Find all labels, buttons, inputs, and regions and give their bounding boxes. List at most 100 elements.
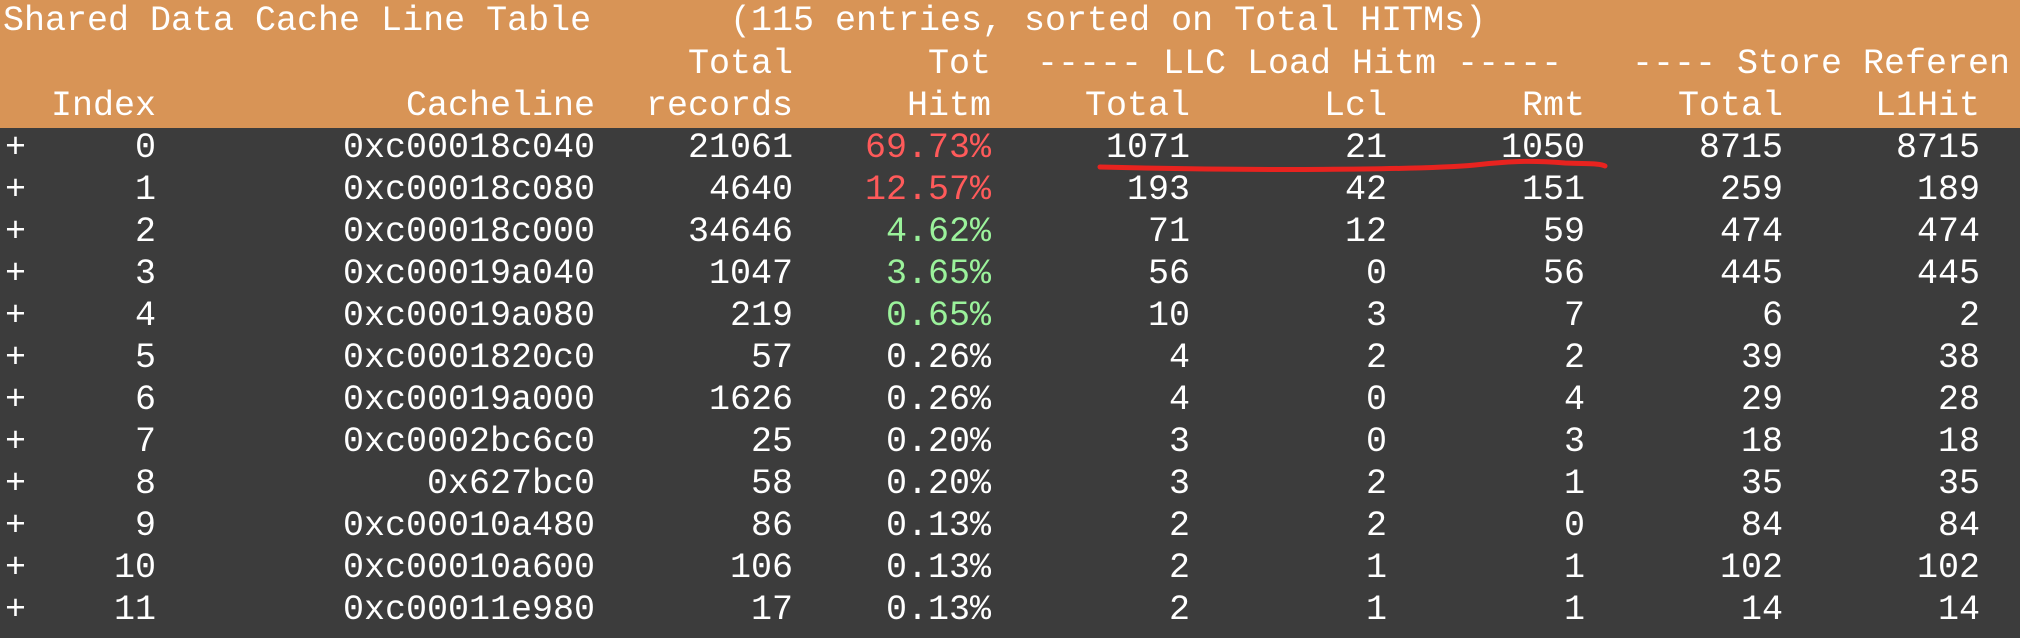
row-records: 21061	[687, 128, 793, 168]
row-llc-total: 2	[1168, 506, 1190, 546]
row-records: 34646	[687, 212, 793, 252]
row-hitm: 4.62%	[885, 212, 991, 252]
row-l1hit: 84	[1937, 506, 1980, 546]
header-row-2: Total Tot ----- LLC Load Hitm ----- ----…	[0, 43, 2020, 85]
row-expander[interactable]: +	[5, 463, 26, 505]
row-store-total: 102	[1719, 548, 1783, 588]
row-expander[interactable]: +	[5, 337, 26, 379]
row-hitm: 69.73%	[864, 128, 991, 168]
row-l1hit: 18	[1937, 422, 1980, 462]
row-hitm: 0.65%	[885, 296, 991, 336]
row-store-total: 29	[1740, 380, 1783, 420]
row-llc-total: 3	[1168, 422, 1190, 462]
row-rmt: 2	[1563, 338, 1585, 378]
row-hitm: 0.20%	[885, 464, 991, 504]
row-expander[interactable]: +	[5, 505, 26, 547]
row-hitm: 0.26%	[885, 380, 991, 420]
row-rmt: 151	[1521, 170, 1585, 210]
row-records: 4640	[708, 170, 793, 210]
row-records: 86	[750, 506, 793, 546]
row-store-total: 474	[1719, 212, 1783, 252]
row-lcl: 2	[1365, 464, 1387, 504]
row-index: 0	[134, 128, 156, 168]
table-row[interactable]: +11 0xc00011e980 17 0.13% 2 1 1 14 14	[0, 589, 2020, 631]
table-row[interactable]: +0 0xc00018c040 21061 69.73% 1071 21 1050 8715 8…	[0, 127, 2020, 169]
header-index: Index	[50, 86, 156, 126]
table-row[interactable]: +10 0xc00010a600 106 0.13% 2 1 1 102 102	[0, 547, 2020, 589]
header-tot-hitm-top: Tot	[927, 44, 991, 84]
row-records: 1626	[708, 380, 793, 420]
row-lcl: 0	[1365, 380, 1387, 420]
row-records: 57	[750, 338, 793, 378]
row-l1hit: 38	[1937, 338, 1980, 378]
table-row[interactable]: +1 0xc00018c080 4640 12.57% 193 42 151 259 189	[0, 169, 2020, 211]
row-expander[interactable]: +	[5, 211, 26, 253]
row-l1hit: 35	[1937, 464, 1980, 504]
row-llc-total: 71	[1147, 212, 1190, 252]
title-line: Shared Data Cache Line Table (115 entrie…	[0, 0, 2020, 42]
row-expander[interactable]: +	[5, 589, 26, 631]
row-cacheline: 0xc0002bc6c0	[342, 422, 595, 462]
row-index: 3	[134, 254, 156, 294]
row-cacheline: 0xc00018c000	[342, 212, 595, 252]
row-cacheline: 0xc00010a480	[342, 506, 595, 546]
header-hitm: Hitm	[906, 86, 991, 126]
row-cacheline: 0xc00018c040	[342, 128, 595, 168]
row-expander[interactable]: +	[5, 547, 26, 589]
row-records: 17	[750, 590, 793, 630]
table-row[interactable]: +7 0xc0002bc6c0 25 0.20% 3 0 3 18 18	[0, 421, 2020, 463]
row-l1hit: 474	[1916, 212, 1980, 252]
header-lcl: Lcl	[1323, 86, 1387, 126]
row-store-total: 6	[1761, 296, 1783, 336]
row-lcl: 0	[1365, 254, 1387, 294]
table-row[interactable]: +4 0xc00019a080 219 0.65% 10 3 7 6 2	[0, 295, 2020, 337]
header-row-3: Index Cacheline records Hitm Total Lcl R…	[0, 85, 2020, 127]
row-index: 8	[134, 464, 156, 504]
row-lcl: 3	[1365, 296, 1387, 336]
row-expander[interactable]: +	[5, 295, 26, 337]
table-row[interactable]: +6 0xc00019a000 1626 0.26% 4 0 4 29 28	[0, 379, 2020, 421]
row-rmt: 1	[1563, 590, 1585, 630]
row-expander[interactable]: +	[5, 169, 26, 211]
row-llc-total: 2	[1168, 590, 1190, 630]
header-records: records	[645, 86, 793, 126]
header-llc-total: Total	[1084, 86, 1190, 126]
table-row[interactable]: +3 0xc00019a040 1047 3.65% 56 0 56 445 445	[0, 253, 2020, 295]
row-expander[interactable]: +	[5, 421, 26, 463]
terminal-window: Shared Data Cache Line Table (115 entrie…	[0, 0, 2020, 638]
row-store-total: 445	[1719, 254, 1783, 294]
row-index: 1	[134, 170, 156, 210]
row-expander[interactable]: +	[5, 253, 26, 295]
row-index: 4	[134, 296, 156, 336]
row-store-total: 84	[1740, 506, 1783, 546]
row-rmt: 1	[1563, 548, 1585, 588]
row-lcl: 1	[1365, 590, 1387, 630]
row-lcl: 2	[1365, 338, 1387, 378]
table-row[interactable]: +8 0x627bc0 58 0.20% 3 2 1 35 35	[0, 463, 2020, 505]
row-llc-total: 4	[1168, 380, 1190, 420]
header-total-records-top: Total	[687, 44, 793, 84]
row-records: 219	[729, 296, 793, 336]
row-store-total: 14	[1740, 590, 1783, 630]
row-cacheline: 0xc00018c080	[342, 170, 595, 210]
row-index: 11	[113, 590, 156, 630]
row-l1hit: 2	[1958, 296, 1980, 336]
row-lcl: 12	[1344, 212, 1387, 252]
row-cacheline: 0x627bc0	[426, 464, 595, 504]
row-rmt: 7	[1563, 296, 1585, 336]
row-hitm: 0.13%	[885, 590, 991, 630]
row-expander[interactable]: +	[5, 127, 26, 169]
row-llc-total: 193	[1126, 170, 1190, 210]
header-llc-load-hitm-group: ----- LLC Load Hitm -----	[1037, 44, 1563, 84]
row-l1hit: 445	[1916, 254, 1980, 294]
row-expander[interactable]: +	[5, 379, 26, 421]
table-row[interactable]: +2 0xc00018c000 34646 4.62% 71 12 59 474 474	[0, 211, 2020, 253]
table-row[interactable]: +9 0xc00010a480 86 0.13% 2 2 0 84 84	[0, 505, 2020, 547]
row-records: 106	[729, 548, 793, 588]
row-index: 5	[134, 338, 156, 378]
row-lcl: 1	[1365, 548, 1387, 588]
row-index: 6	[134, 380, 156, 420]
row-hitm: 0.13%	[885, 548, 991, 588]
table-row[interactable]: +5 0xc0001820c0 57 0.26% 4 2 2 39 38	[0, 337, 2020, 379]
header-store-total: Total	[1677, 86, 1783, 126]
